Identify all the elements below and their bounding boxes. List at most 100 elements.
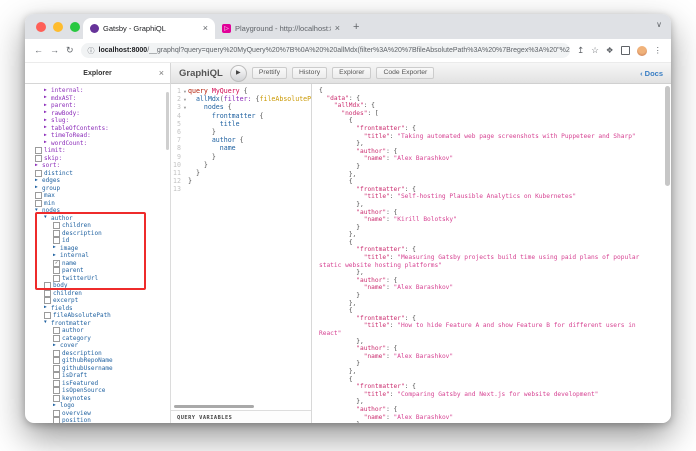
explorer-item-children[interactable]: children [25, 290, 170, 298]
checkbox[interactable] [53, 350, 60, 357]
explorer-item-githubRepoName[interactable]: githubRepoName [25, 357, 170, 365]
prettify-button[interactable]: Prettify [252, 67, 287, 80]
editor-line[interactable]: 6 } [171, 128, 311, 136]
code-exporter-button[interactable]: Code Exporter [376, 67, 434, 80]
checkbox[interactable] [53, 372, 60, 379]
editor-line[interactable]: 3▼ nodes { [171, 103, 311, 111]
expand-arrow-icon[interactable]: ▶ [44, 96, 51, 101]
tab-gatsby-graphiql[interactable]: Gatsby - GraphiQL × [83, 18, 215, 39]
explorer-item-overview[interactable]: overview [25, 410, 170, 418]
explorer-item-position[interactable]: position [25, 417, 170, 423]
checkbox[interactable] [53, 327, 60, 334]
editor-line[interactable]: 12} [171, 177, 311, 185]
page-info-icon[interactable]: ⓘ [88, 46, 95, 56]
execute-query-button[interactable]: ▶ [230, 65, 247, 82]
editor-line[interactable]: 11 } [171, 169, 311, 177]
tab-playground[interactable]: ▷ Playground - http://localhost:8 × [215, 18, 347, 39]
editor-line[interactable]: 4 frontmatter { [171, 112, 311, 120]
checkbox[interactable] [53, 395, 60, 402]
editor-line[interactable]: 2▼ allMdx(filter: {fileAbsolutePath: [171, 95, 311, 103]
expand-arrow-icon[interactable]: ▶ [35, 186, 42, 191]
explorer-item-keynotes[interactable]: keynotes [25, 395, 170, 403]
editor-horizontal-scrollbar[interactable] [174, 405, 254, 409]
expand-arrow-icon[interactable]: ▶ [44, 111, 51, 116]
editor-line[interactable]: 1▼query MyQuery { [171, 87, 311, 95]
editor-line[interactable]: 5 title [171, 120, 311, 128]
explorer-item-mdxAST[interactable]: ▶mdxAST: [25, 95, 170, 103]
explorer-item-fields[interactable]: ▶fields [25, 305, 170, 313]
editor-line[interactable]: 8 name [171, 144, 311, 152]
editor-line[interactable]: 10 } [171, 161, 311, 169]
explorer-item-isOpenSource[interactable]: isOpenSource [25, 387, 170, 395]
minimize-window-button[interactable] [53, 22, 63, 32]
expand-arrow-icon[interactable]: ▶ [53, 404, 60, 409]
expand-arrow-icon[interactable]: ▶ [44, 141, 51, 146]
explorer-item-limit[interactable]: limit: [25, 147, 170, 155]
checkbox[interactable] [53, 417, 60, 423]
explorer-item-category[interactable]: category [25, 335, 170, 343]
expand-arrow-icon[interactable]: ▶ [44, 119, 51, 124]
editor-line[interactable]: 7 author { [171, 136, 311, 144]
checkbox[interactable] [53, 357, 60, 364]
bookmark-icon[interactable]: ☆ [591, 46, 599, 55]
explorer-item-min[interactable]: min [25, 200, 170, 208]
explorer-item-isDraft[interactable]: isDraft [25, 372, 170, 380]
checkbox[interactable] [44, 312, 51, 319]
checkbox[interactable] [53, 365, 60, 372]
back-icon[interactable]: ← [34, 46, 43, 55]
explorer-item-wordCount[interactable]: ▶wordCount: [25, 140, 170, 148]
explorer-scrollbar[interactable] [166, 92, 169, 150]
editor-line[interactable]: 9 } [171, 153, 311, 161]
result-scrollbar[interactable] [665, 86, 670, 186]
explorer-item-isFeatured[interactable]: isFeatured [25, 380, 170, 388]
reload-icon[interactable]: ↻ [66, 46, 74, 55]
explorer-item-fileAbsolutePath[interactable]: fileAbsolutePath [25, 312, 170, 320]
forward-icon[interactable]: → [50, 46, 59, 55]
explorer-item-logo[interactable]: ▶logo [25, 402, 170, 410]
explorer-button[interactable]: Explorer [332, 67, 371, 80]
expand-arrow-icon[interactable]: ▶ [44, 126, 51, 131]
collapse-arrow-icon[interactable]: ▼ [44, 321, 51, 326]
close-tab-icon[interactable]: × [203, 24, 208, 33]
explorer-item-cover[interactable]: ▶cover [25, 342, 170, 350]
explorer-item-githubUsername[interactable]: githubUsername [25, 365, 170, 373]
expand-arrow-icon[interactable]: ▶ [44, 89, 51, 94]
explorer-item-skip[interactable]: skip: [25, 155, 170, 163]
docs-button[interactable]: ‹ Docs [640, 69, 663, 78]
zoom-window-button[interactable] [70, 22, 80, 32]
explorer-item-rawBody[interactable]: ▶rawBody: [25, 110, 170, 118]
side-panel-icon[interactable] [621, 46, 630, 55]
checkbox[interactable] [35, 155, 42, 162]
checkbox[interactable] [35, 200, 42, 207]
checkbox[interactable] [44, 290, 51, 297]
checkbox[interactable] [53, 410, 60, 417]
checkbox[interactable] [35, 147, 42, 154]
expand-arrow-icon[interactable]: ▶ [44, 104, 51, 109]
expand-arrow-icon[interactable]: ▶ [35, 164, 42, 169]
explorer-item-slug[interactable]: ▶slug: [25, 117, 170, 125]
share-icon[interactable]: ↥ [577, 46, 584, 55]
query-variables-bar[interactable]: QUERY VARIABLES [171, 410, 311, 423]
close-window-button[interactable] [36, 22, 46, 32]
checkbox[interactable] [35, 170, 42, 177]
close-explorer-icon[interactable]: × [159, 68, 164, 78]
explorer-item-frontmatter[interactable]: ▼frontmatter [25, 320, 170, 328]
explorer-item-sort[interactable]: ▶sort: [25, 162, 170, 170]
explorer-item-excerpt[interactable]: excerpt [25, 297, 170, 305]
explorer-item-timeToRead[interactable]: ▶timeToRead: [25, 132, 170, 140]
profile-avatar[interactable] [637, 46, 647, 56]
checkbox[interactable] [53, 380, 60, 387]
expand-arrow-icon[interactable]: ▶ [44, 134, 51, 139]
expand-arrow-icon[interactable]: ▶ [44, 306, 51, 311]
close-tab-icon[interactable]: × [335, 24, 340, 33]
query-editor[interactable]: 1▼query MyQuery {2▼ allMdx(filter: {file… [171, 84, 312, 423]
editor-line[interactable]: 13 [171, 185, 311, 193]
explorer-item-max[interactable]: max [25, 192, 170, 200]
explorer-item-distinct[interactable]: distinct [25, 170, 170, 178]
menu-icon[interactable]: ⋮ [654, 46, 663, 55]
checkbox[interactable] [35, 192, 42, 199]
checkbox[interactable] [53, 335, 60, 342]
explorer-item-author[interactable]: author [25, 327, 170, 335]
explorer-item-group[interactable]: ▶group [25, 185, 170, 193]
explorer-item-internal[interactable]: ▶internal: [25, 87, 170, 95]
